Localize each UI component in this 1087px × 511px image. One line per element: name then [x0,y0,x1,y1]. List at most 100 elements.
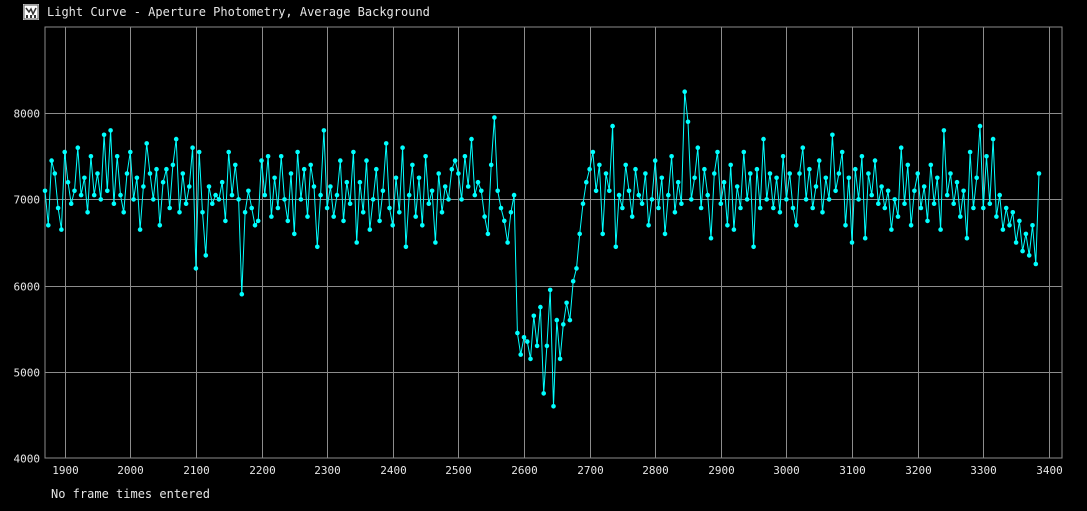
x-tick-label: 2100 [183,464,210,477]
data-point [784,197,789,202]
data-point [757,205,763,211]
data-point [928,162,934,168]
data-point [88,154,94,159]
data-point [908,223,914,228]
data-point [987,201,993,206]
data-point [242,210,248,215]
x-tick-label: 2000 [117,464,144,477]
data-point [853,166,858,172]
data-point [685,119,691,125]
data-point [649,197,655,202]
data-point [820,210,825,215]
data-point [528,356,533,362]
data-point [269,214,274,219]
data-point [623,162,628,168]
data-point [836,171,842,176]
data-point [810,205,815,211]
data-point [223,218,228,224]
data-point [603,171,609,176]
data-point [616,192,622,198]
data-point [416,175,422,181]
data-point [666,192,671,198]
x-tick-label: 2900 [708,464,735,477]
data-point [738,205,743,211]
data-point [728,162,733,168]
data-point [341,218,346,224]
status-message: No frame times entered [51,487,210,501]
data-point [551,404,556,409]
data-point [206,184,212,189]
data-point [338,158,343,163]
data-point [912,188,917,194]
data-point [193,266,199,271]
data-point [577,231,582,237]
data-point [219,179,225,185]
data-point [203,253,209,258]
data-point [633,166,638,172]
data-point [715,149,720,155]
data-point [259,158,264,163]
data-point [137,227,143,232]
data-point [101,132,107,138]
data-point [521,335,527,340]
data-point [889,227,894,232]
data-point [859,154,865,159]
data-point [357,179,363,185]
data-point [544,343,550,349]
data-point [413,214,419,219]
data-point [741,149,747,155]
data-point [570,279,576,284]
data-point [144,141,149,146]
data-point [705,192,710,198]
data-point [754,166,760,172]
data-point [843,223,848,228]
data-point [892,197,897,202]
data-point [1010,210,1016,215]
data-point [600,231,605,237]
data-point [610,123,615,129]
data-point [541,391,546,396]
data-point [971,205,976,211]
data-point [177,210,182,215]
data-point [531,313,537,319]
data-point [833,188,838,194]
data-point [898,145,904,150]
data-point [433,240,438,245]
data-point [580,201,586,206]
data-point [816,158,822,163]
data-point [918,205,924,211]
data-point [475,179,481,185]
data-point [108,128,113,133]
data-point [334,192,340,198]
data-point [721,179,727,185]
data-point [465,184,471,189]
data-point [147,171,153,176]
data-point [439,210,445,215]
data-point [318,192,323,198]
data-point [511,192,517,198]
data-point [278,154,284,159]
data-point [482,214,487,219]
data-point [564,300,569,306]
data-point [374,166,379,172]
data-point [764,197,769,202]
data-point [456,171,461,176]
data-point [354,240,360,245]
data-point [164,166,169,172]
data-point [761,136,766,142]
data-point [505,240,510,245]
data-point [479,188,484,194]
data-point [400,145,405,150]
data-point [708,235,714,241]
data-point [938,227,943,232]
data-point [72,188,77,194]
data-point [131,197,136,202]
data-point [639,201,645,206]
data-point [190,145,195,150]
light-curve-chart[interactable]: 1900 2000 2100 2200 2300 2400 2500 2600 2700 2800… [0,0,1087,511]
series-line [44,91,1040,407]
data-point [961,188,966,194]
data-point [157,223,163,228]
x-tick-label: 2500 [445,464,472,477]
x-tick-label: 2700 [577,464,604,477]
